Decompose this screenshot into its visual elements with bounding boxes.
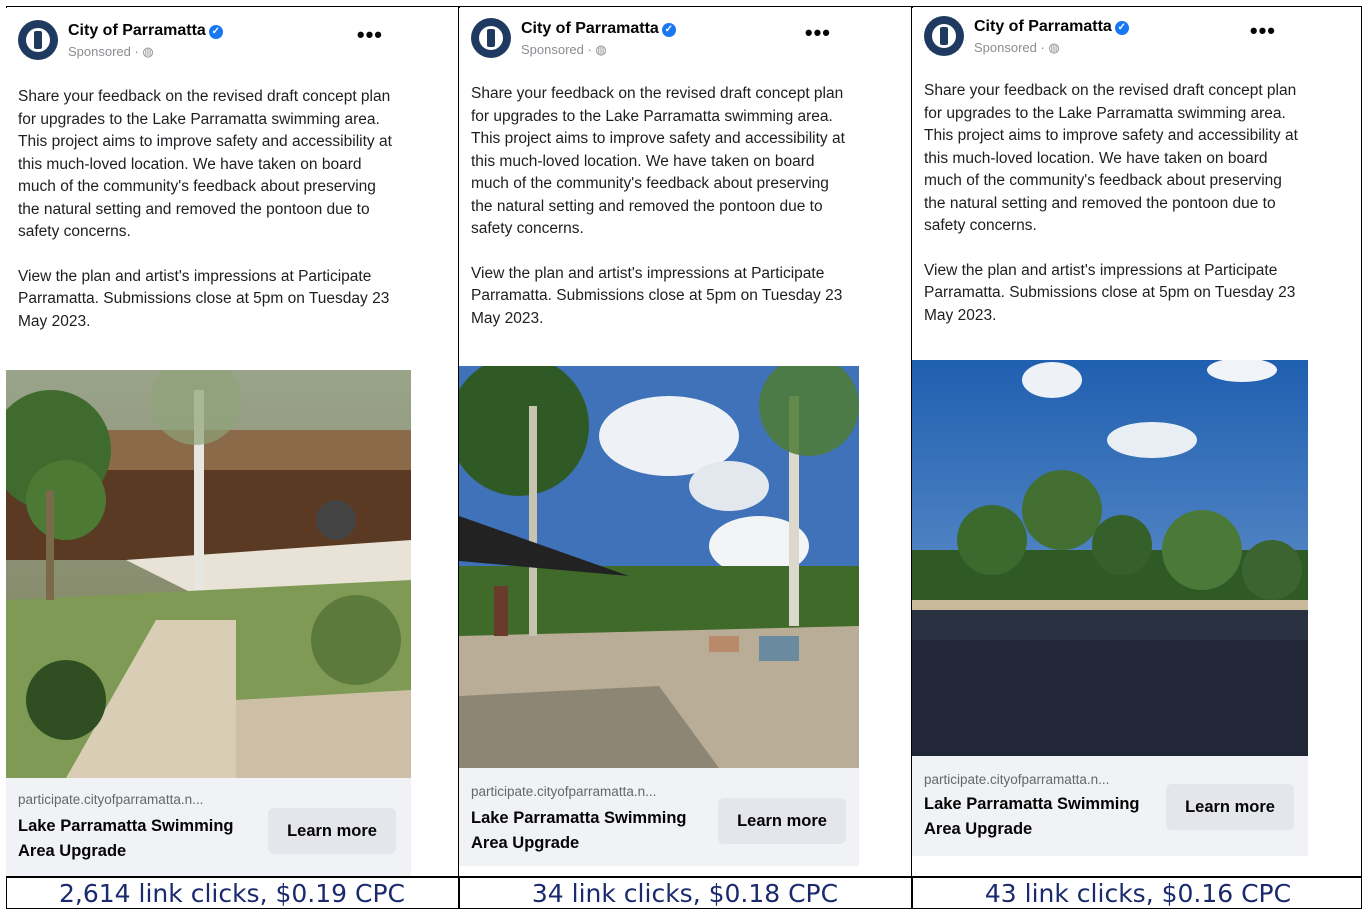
ad-body-paragraph: Share your feedback on the revised draft…	[471, 85, 845, 237]
more-options-icon[interactable]: •••	[1250, 18, 1276, 44]
link-domain: participate.cityofparramatta.n...	[924, 772, 1110, 787]
ad-header: City of Parramatta ✓ Sponsored · ◍ •••	[471, 18, 847, 62]
ad-performance-caption: 2,614 link clicks, $0.19 CPC	[59, 879, 405, 908]
verified-badge-icon: ✓	[661, 23, 676, 37]
ad-body-text: Share your feedback on the revised draft…	[18, 86, 397, 355]
ad-card-3: City of Parramatta ✓ Sponsored · ◍ ••• Sh…	[912, 8, 1358, 908]
ad-image[interactable]	[912, 360, 1308, 756]
sponsored-label: Sponsored · ◍	[974, 40, 1060, 55]
more-options-icon[interactable]: •••	[357, 22, 383, 48]
ad-header: City of Parramatta ✓ Sponsored · ◍ •••	[18, 20, 399, 64]
ad-performance-caption: 43 link clicks, $0.16 CPC	[984, 879, 1292, 908]
page-name-link[interactable]: City of Parramatta ✓	[974, 18, 1129, 36]
ad-body-paragraph: Share your feedback on the revised draft…	[18, 88, 392, 240]
ad-body-paragraph: View the plan and artist's impressions a…	[924, 261, 1296, 324]
page-name-link[interactable]: City of Parramatta ✓	[68, 22, 223, 40]
verified-badge-icon: ✓	[1114, 21, 1129, 35]
link-headline: Lake Parramatta Swimming Area Upgrade	[18, 817, 234, 860]
sponsored-label: Sponsored · ◍	[68, 44, 154, 59]
page-name-link[interactable]: City of Parramatta ✓	[521, 20, 676, 38]
page-name: City of Parramatta	[68, 22, 206, 39]
more-options-icon[interactable]: •••	[805, 20, 831, 46]
link-preview-footer[interactable]: participate.cityofparramatta.n... Lake P…	[459, 768, 859, 866]
ad-card-2: City of Parramatta ✓ Sponsored · ◍ ••• Sh…	[459, 8, 905, 908]
link-preview-footer[interactable]: participate.cityofparramatta.n... Lake P…	[912, 756, 1308, 856]
link-domain: participate.cityofparramatta.n...	[18, 792, 204, 807]
ad-body-paragraph: Share your feedback on the revised draft…	[924, 82, 1298, 234]
ad-body-paragraph: View the plan and artist's impressions a…	[18, 267, 390, 330]
learn-more-button[interactable]: Learn more	[1166, 784, 1294, 830]
ad-image[interactable]	[459, 366, 859, 768]
page-logo[interactable]	[18, 20, 58, 60]
ad-performance-caption: 34 link clicks, $0.18 CPC	[531, 879, 839, 908]
link-headline: Lake Parramatta Swimming Area Upgrade	[471, 809, 687, 852]
ad-card-1: City of Parramatta ✓ Sponsored · ◍ ••• Sh…	[6, 8, 452, 908]
ad-body-text: Share your feedback on the revised draft…	[924, 80, 1298, 349]
ad-body-text: Share your feedback on the revised draft…	[471, 83, 845, 352]
artist-impression-image	[6, 370, 411, 778]
page-logo[interactable]	[924, 16, 964, 56]
page-logo[interactable]	[471, 18, 511, 58]
ad-body-paragraph: View the plan and artist's impressions a…	[471, 264, 843, 327]
sponsored-label: Sponsored · ◍	[521, 42, 607, 57]
artist-impression-image	[912, 360, 1308, 756]
learn-more-button[interactable]: Learn more	[268, 808, 396, 854]
ad-image[interactable]	[6, 370, 411, 778]
link-domain: participate.cityofparramatta.n...	[471, 784, 657, 799]
link-preview-footer[interactable]: participate.cityofparramatta.n... Lake P…	[6, 778, 411, 876]
learn-more-button[interactable]: Learn more	[718, 798, 846, 844]
page-name: City of Parramatta	[974, 18, 1112, 35]
verified-badge-icon: ✓	[208, 25, 223, 39]
page-name: City of Parramatta	[521, 20, 659, 37]
ad-header: City of Parramatta ✓ Sponsored · ◍ •••	[924, 16, 1296, 60]
artist-impression-image	[459, 366, 859, 768]
link-headline: Lake Parramatta Swimming Area Upgrade	[924, 795, 1140, 838]
